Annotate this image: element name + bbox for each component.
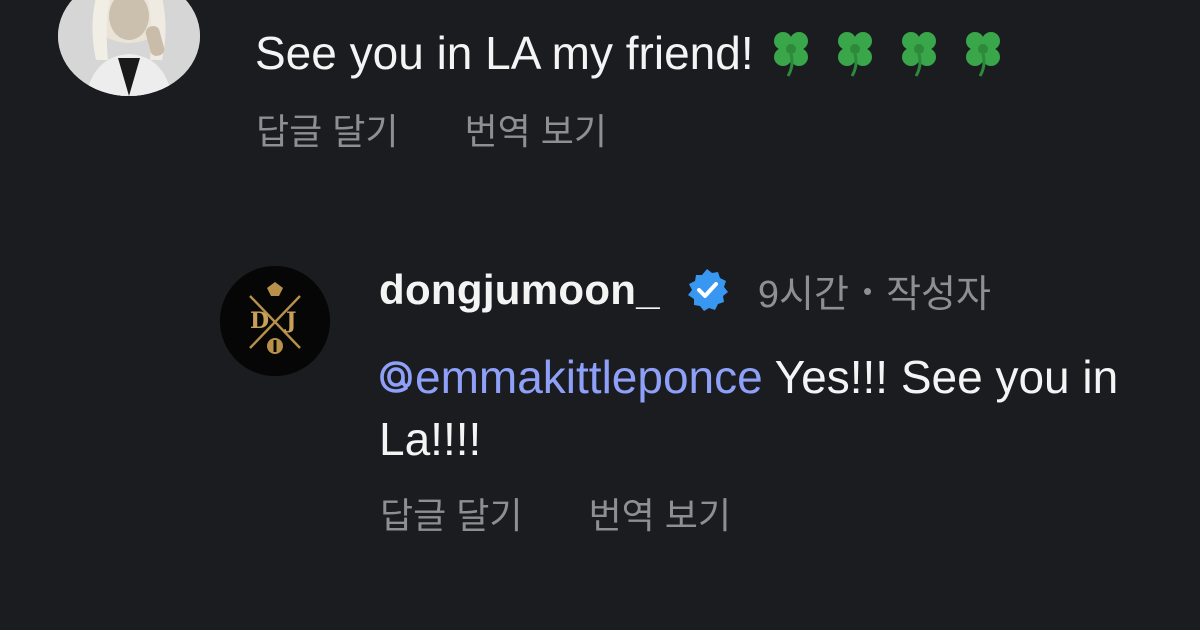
four-leaf-clover-icon [892, 24, 946, 78]
comment-body: See you in LA my friend! [255, 27, 754, 79]
four-leaf-clover-icon [956, 24, 1010, 78]
reply-button[interactable]: 답글 달기 [380, 495, 522, 536]
comment-thread: See you in LA my friend! 답글 달기 번역 보기 D J … [0, 0, 1200, 630]
timestamp: 9시간 [757, 273, 849, 316]
mention-username: emmakittleponce [415, 351, 763, 403]
dj-logo-avatar[interactable]: D J [220, 266, 330, 376]
reply-text: emmakittleponce Yes!!! See you in La!!!! [379, 346, 1159, 470]
four-leaf-clover-icon [764, 24, 818, 78]
comment-text: See you in LA my friend! [255, 22, 1010, 84]
author-label: 작성자 [886, 273, 991, 316]
separator-dot: • [862, 275, 873, 306]
threads-at-icon [379, 357, 413, 397]
user-avatar[interactable] [58, 0, 200, 96]
reply-button[interactable]: 답글 달기 [256, 111, 398, 152]
four-leaf-clover-icon [828, 24, 882, 78]
reply-actions: 답글 달기 번역 보기 [380, 490, 731, 542]
mention-link[interactable]: emmakittleponce [379, 351, 763, 403]
svg-text:J: J [284, 308, 296, 334]
see-translation-button[interactable]: 번역 보기 [588, 495, 730, 536]
see-translation-button[interactable]: 번역 보기 [464, 111, 606, 152]
comment-actions: 답글 달기 번역 보기 [256, 106, 607, 158]
username-link[interactable]: dongjumoon_ [379, 266, 660, 314]
verified-badge-icon [684, 267, 730, 313]
svg-text:D: D [250, 308, 269, 334]
reply-header: dongjumoon_ 9시간 • 작성자 [379, 262, 991, 318]
